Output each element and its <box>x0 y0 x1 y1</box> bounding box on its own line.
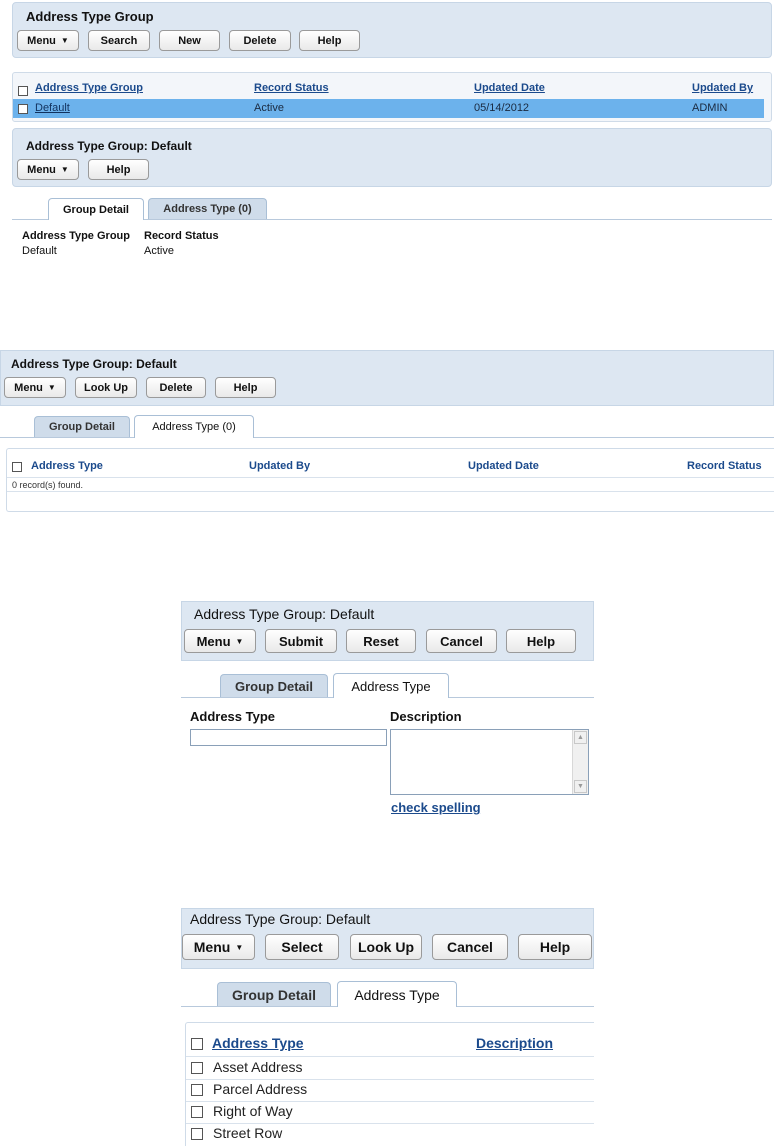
tab-address-type[interactable]: Address Type (0) <box>148 198 267 219</box>
cancel-button[interactable]: Cancel <box>426 629 497 653</box>
field-label-group: Address Type Group <box>22 230 130 242</box>
help-button[interactable]: Help <box>215 377 276 398</box>
row-status: Active <box>254 102 284 114</box>
check-spelling-link[interactable]: check spelling <box>391 800 481 815</box>
list-item[interactable]: Street Row <box>213 1125 282 1141</box>
row-group-link[interactable]: Default <box>35 102 70 114</box>
select-all-checkbox[interactable] <box>18 86 28 96</box>
column-header-record-status[interactable]: Record Status <box>687 460 762 472</box>
row-date: 05/14/2012 <box>474 102 530 114</box>
search-button[interactable]: Search <box>88 30 150 51</box>
column-header-updated-date[interactable]: Updated Date <box>474 82 545 94</box>
row-updated-by: ADMIN <box>692 102 728 114</box>
page-title: Address Type Group <box>26 9 154 24</box>
help-button[interactable]: Help <box>518 934 592 960</box>
column-header-updated-by[interactable]: Updated By <box>692 82 753 94</box>
field-label-status: Record Status <box>144 230 219 242</box>
column-header-address-type[interactable]: Address Type <box>212 1035 304 1051</box>
help-button[interactable]: Help <box>506 629 576 653</box>
empty-message: 0 record(s) found. <box>12 480 84 490</box>
list-item[interactable]: Asset Address <box>213 1059 303 1075</box>
tab-group-detail[interactable]: Group Detail <box>217 982 331 1006</box>
menu-button[interactable]: Menu ▼ <box>184 629 256 653</box>
submit-button[interactable]: Submit <box>265 629 337 653</box>
triangle-down-icon: ▼ <box>47 383 56 392</box>
tab-address-type[interactable]: Address Type <box>337 981 457 1007</box>
tab-address-type[interactable]: Address Type <box>333 673 449 698</box>
row-checkbox[interactable] <box>191 1084 203 1096</box>
select-button[interactable]: Select <box>265 934 339 960</box>
menu-label: Menu <box>14 381 43 394</box>
row-divider <box>186 1056 594 1057</box>
row-checkbox[interactable] <box>18 104 28 114</box>
column-header-address-type-group[interactable]: Address Type Group <box>35 82 143 94</box>
column-header-address-type[interactable]: Address Type <box>31 460 103 472</box>
address-type-input[interactable] <box>190 729 387 746</box>
row-divider <box>7 477 774 478</box>
address-type-label: Address Type <box>190 709 276 724</box>
row-checkbox[interactable] <box>191 1106 203 1118</box>
row-divider <box>186 1123 594 1124</box>
row-divider <box>186 1079 594 1080</box>
tab-group-detail[interactable]: Group Detail <box>48 198 144 220</box>
list-item[interactable]: Parcel Address <box>213 1081 307 1097</box>
menu-label: Menu <box>27 34 56 47</box>
tab-group-detail[interactable]: Group Detail <box>34 416 130 437</box>
list-item[interactable]: Right of Way <box>213 1103 293 1119</box>
detail-menu-button[interactable]: Menu ▼ <box>17 159 79 180</box>
row-divider <box>7 491 774 492</box>
menu-label: Menu <box>27 163 56 176</box>
menu-button[interactable]: Menu ▼ <box>182 934 255 960</box>
tab-address-type[interactable]: Address Type (0) <box>134 415 254 438</box>
row-divider <box>186 1101 594 1102</box>
triangle-down-icon: ▼ <box>60 36 69 45</box>
triangle-down-icon: ▼ <box>60 165 69 174</box>
row-checkbox[interactable] <box>191 1062 203 1074</box>
look-up-button[interactable]: Look Up <box>350 934 422 960</box>
detail-help-button[interactable]: Help <box>88 159 149 180</box>
detail-title: Address Type Group: Default <box>26 139 192 153</box>
page-title: Address Type Group: Default <box>190 911 371 927</box>
select-all-checkbox[interactable] <box>191 1038 203 1050</box>
arrow-down-icon[interactable]: ▼ <box>574 780 587 793</box>
description-textarea[interactable]: ▲ ▼ <box>390 729 589 795</box>
page-title: Address Type Group: Default <box>194 606 375 622</box>
scrollbar[interactable]: ▲ ▼ <box>572 730 588 794</box>
table-row-selected[interactable] <box>13 99 764 118</box>
delete-button[interactable]: Delete <box>146 377 206 398</box>
menu-label: Menu <box>193 939 231 955</box>
select-all-checkbox[interactable] <box>12 462 22 472</box>
look-up-button[interactable]: Look Up <box>75 377 137 398</box>
field-value-group: Default <box>22 245 57 257</box>
column-header-record-status[interactable]: Record Status <box>254 82 329 94</box>
menu-button[interactable]: Menu ▼ <box>17 30 79 51</box>
address-type-list <box>6 448 774 512</box>
help-button[interactable]: Help <box>299 30 360 51</box>
tab-divider <box>0 437 774 438</box>
description-label: Description <box>390 709 462 724</box>
field-value-status: Active <box>144 245 174 257</box>
triangle-down-icon: ▼ <box>235 942 244 952</box>
reset-button[interactable]: Reset <box>346 629 416 653</box>
tab-group-detail[interactable]: Group Detail <box>220 674 328 697</box>
row-checkbox[interactable] <box>191 1128 203 1140</box>
new-button[interactable]: New <box>159 30 220 51</box>
menu-label: Menu <box>196 633 231 649</box>
arrow-up-icon[interactable]: ▲ <box>574 731 587 744</box>
column-header-description[interactable]: Description <box>476 1035 553 1051</box>
menu-button[interactable]: Menu ▼ <box>4 377 66 398</box>
cancel-button[interactable]: Cancel <box>432 934 508 960</box>
triangle-down-icon: ▼ <box>235 636 244 646</box>
page-title: Address Type Group: Default <box>11 357 177 371</box>
column-header-updated-by[interactable]: Updated By <box>249 460 310 472</box>
delete-button[interactable]: Delete <box>229 30 291 51</box>
column-header-updated-date[interactable]: Updated Date <box>468 460 539 472</box>
